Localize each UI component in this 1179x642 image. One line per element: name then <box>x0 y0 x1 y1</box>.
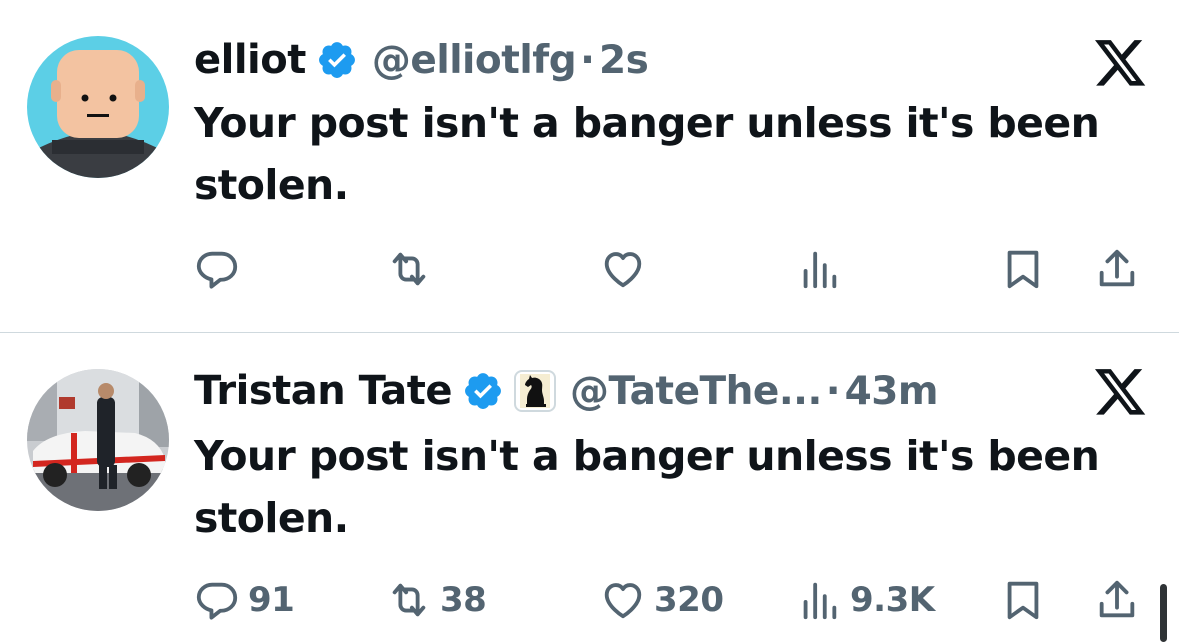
heart-icon <box>604 583 642 619</box>
share-button[interactable] <box>1094 575 1140 625</box>
views-button[interactable] <box>796 244 850 294</box>
author-name[interactable]: Tristan Tate <box>194 368 453 414</box>
share-icon <box>1099 580 1135 618</box>
affiliate-badge[interactable] <box>514 370 557 412</box>
reply-button[interactable]: 91 <box>194 575 295 625</box>
separator: · <box>580 37 595 83</box>
timestamp[interactable]: 43m <box>845 369 939 414</box>
post-item[interactable]: Tristan Tate @TateThe... · 43m Your post… <box>0 333 1179 642</box>
action-bar: 91 38 320 9.3K <box>194 575 1154 625</box>
like-button[interactable] <box>600 244 654 294</box>
bookmark-button[interactable] <box>1000 244 1046 294</box>
scrollbar[interactable] <box>1160 584 1167 642</box>
avatar[interactable] <box>27 369 169 511</box>
post-header: Tristan Tate @TateThe... · 43m <box>194 363 939 419</box>
like-button[interactable]: 320 <box>600 575 724 625</box>
post-header: elliot @elliotlfg · 2s <box>194 32 649 88</box>
views-button[interactable]: 9.3K <box>796 575 935 625</box>
share-button[interactable] <box>1094 244 1140 294</box>
share-icon <box>1099 249 1135 287</box>
repost-icon <box>392 252 426 286</box>
reply-count: 91 <box>248 580 295 620</box>
separator: · <box>825 368 841 414</box>
views-icon <box>803 251 837 289</box>
repost-button[interactable] <box>386 244 440 294</box>
like-count: 320 <box>654 580 724 620</box>
timestamp[interactable]: 2s <box>599 38 649 83</box>
author-name[interactable]: elliot <box>194 37 306 83</box>
repost-button[interactable]: 38 <box>386 575 487 625</box>
repost-icon <box>392 583 426 617</box>
author-handle[interactable]: @TateThe... <box>570 369 822 414</box>
repost-count: 38 <box>440 580 487 620</box>
verified-badge-icon[interactable] <box>462 370 504 412</box>
bookmark-icon <box>1007 581 1039 620</box>
post-item[interactable]: elliot @elliotlfg · 2s Your post isn't a… <box>0 0 1179 332</box>
x-logo-icon <box>1095 369 1146 415</box>
verified-badge-icon[interactable] <box>316 39 358 81</box>
bookmark-button[interactable] <box>1000 575 1046 625</box>
post-text: Your post isn't a banger unless it's bee… <box>194 432 1100 542</box>
action-bar <box>194 244 1154 294</box>
reply-button[interactable] <box>194 244 248 294</box>
reply-icon <box>196 582 238 620</box>
post-text: Your post isn't a banger unless it's bee… <box>194 99 1100 209</box>
view-count: 9.3K <box>850 580 935 620</box>
chess-knight-icon <box>520 374 551 408</box>
x-logo-icon <box>1095 40 1146 86</box>
bookmark-icon <box>1007 250 1039 289</box>
reply-icon <box>196 251 238 289</box>
avatar[interactable] <box>27 36 169 178</box>
views-icon <box>803 582 837 620</box>
heart-icon <box>604 252 642 288</box>
author-handle[interactable]: @elliotlfg <box>372 38 577 83</box>
